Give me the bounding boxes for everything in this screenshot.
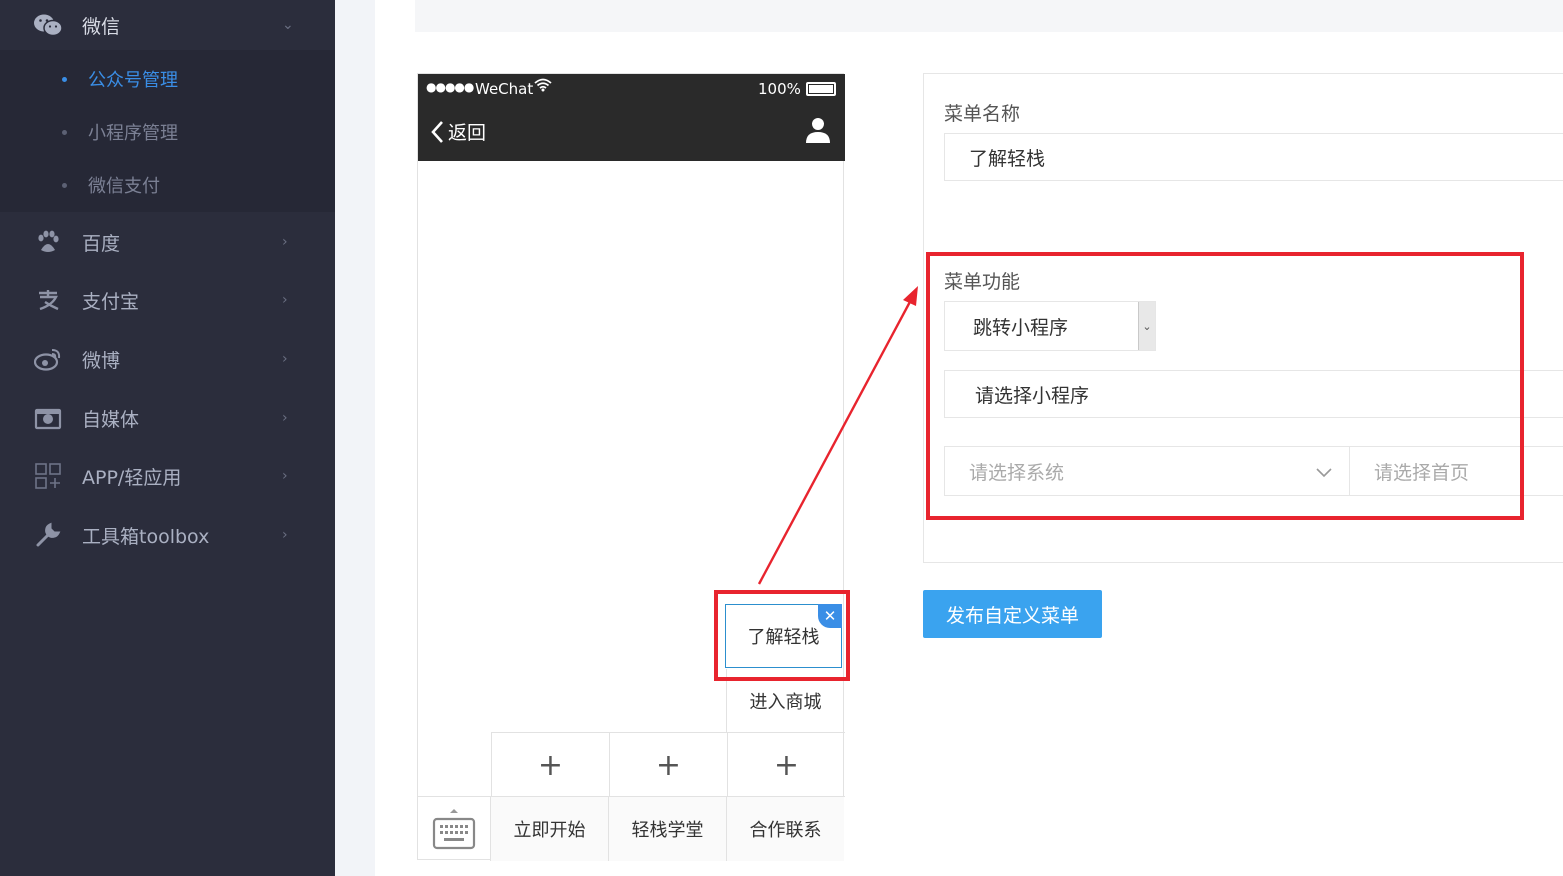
sidebar-subitem-label: 小程序管理 bbox=[88, 123, 178, 144]
bullet-dot bbox=[62, 129, 67, 135]
signal-icon: ●●●●● bbox=[426, 80, 474, 94]
sidebar-item-label: 微博 bbox=[82, 349, 121, 372]
sidebar-subitem-wechat-pay[interactable]: 微信支付 bbox=[0, 160, 335, 210]
menu-name-input[interactable]: 了解轻栈 bbox=[944, 133, 1563, 181]
sidebar-subitem-label: 公众号管理 bbox=[88, 70, 178, 91]
sidebar-item-wechat[interactable]: 微信 ⌄ bbox=[0, 0, 335, 50]
add-menu-row: + + + bbox=[491, 732, 845, 797]
sidebar-item-label: 工具箱toolbox bbox=[82, 525, 210, 548]
menu-button-academy[interactable]: 轻栈学堂 bbox=[609, 797, 727, 861]
sidebar-item-label: 百度 bbox=[82, 232, 121, 255]
chevron-left-icon bbox=[431, 120, 443, 143]
phone-menu-bar: 立即开始 轻栈学堂 合作联系 bbox=[418, 796, 845, 861]
sidebar-item-alipay[interactable]: 支付宝 › bbox=[0, 272, 335, 328]
battery-percent: 100% bbox=[758, 80, 801, 98]
sidebar-item-label: 支付宝 bbox=[82, 290, 140, 313]
paw-icon bbox=[33, 227, 63, 257]
bullet-dot bbox=[62, 182, 67, 188]
menu-name-value: 了解轻栈 bbox=[969, 147, 1046, 170]
camera-icon bbox=[33, 403, 63, 433]
alipay-icon bbox=[33, 285, 63, 315]
sidebar-item-label: APP/轻应用 bbox=[82, 466, 182, 489]
publish-menu-button[interactable]: 发布自定义菜单 bbox=[923, 590, 1102, 638]
sidebar-item-label: 微信 bbox=[82, 15, 121, 38]
wrench-icon bbox=[33, 520, 63, 550]
chevron-right-icon: › bbox=[282, 351, 288, 367]
back-label: 返回 bbox=[448, 122, 487, 144]
sidebar-subitem-miniprogram[interactable]: 小程序管理 bbox=[0, 107, 335, 157]
chevron-right-icon: › bbox=[282, 527, 288, 543]
sidebar-item-app[interactable]: APP/轻应用 › bbox=[0, 448, 335, 504]
chevron-down-icon: ⌄ bbox=[282, 17, 294, 33]
notice-bar bbox=[415, 0, 1563, 32]
sidebar: 微信 ⌄ 公众号管理 小程序管理 微信支付 百度 › 支付宝 › 微博 › 自媒… bbox=[0, 0, 335, 876]
highlight-box-submenu bbox=[714, 590, 850, 681]
weibo-icon bbox=[33, 344, 63, 374]
menu-button-start[interactable]: 立即开始 bbox=[491, 797, 609, 861]
sidebar-item-weibo[interactable]: 微博 › bbox=[0, 331, 335, 387]
bullet-dot bbox=[62, 76, 67, 82]
sidebar-item-baidu[interactable]: 百度 › bbox=[0, 214, 335, 270]
menu-button-contact[interactable]: 合作联系 bbox=[727, 797, 844, 861]
sidebar-item-media[interactable]: 自媒体 › bbox=[0, 390, 335, 446]
back-button[interactable]: 返回 bbox=[430, 118, 486, 145]
phone-nav-bar: 返回 bbox=[418, 104, 845, 161]
phone-status-bar: ●●●●● WeChat 100% bbox=[418, 74, 845, 104]
battery-icon bbox=[806, 82, 836, 96]
add-submenu-button[interactable]: + bbox=[491, 733, 609, 797]
menu-name-label: 菜单名称 bbox=[944, 103, 1021, 125]
carrier-label: WeChat bbox=[475, 80, 534, 98]
wechat-icon bbox=[33, 10, 63, 40]
keyboard-icon[interactable] bbox=[418, 797, 491, 861]
user-icon[interactable] bbox=[804, 116, 832, 148]
wechat-subnav: 公众号管理 小程序管理 微信支付 bbox=[0, 50, 335, 212]
sidebar-subitem-official-account[interactable]: 公众号管理 bbox=[0, 54, 335, 104]
grid-apps-icon bbox=[33, 461, 63, 491]
wifi-icon bbox=[534, 78, 552, 96]
chevron-right-icon: › bbox=[282, 410, 288, 426]
annotation-arrow-icon bbox=[757, 286, 918, 585]
chevron-right-icon: › bbox=[282, 234, 288, 250]
chevron-right-icon: › bbox=[282, 468, 288, 484]
chevron-right-icon: › bbox=[282, 292, 288, 308]
add-submenu-button[interactable]: + bbox=[727, 733, 845, 797]
sidebar-subitem-label: 微信支付 bbox=[88, 176, 160, 197]
highlight-box-function bbox=[926, 252, 1524, 520]
sidebar-item-toolbox[interactable]: 工具箱toolbox › bbox=[0, 507, 335, 563]
sidebar-item-label: 自媒体 bbox=[82, 408, 140, 431]
add-submenu-button[interactable]: + bbox=[609, 733, 727, 797]
